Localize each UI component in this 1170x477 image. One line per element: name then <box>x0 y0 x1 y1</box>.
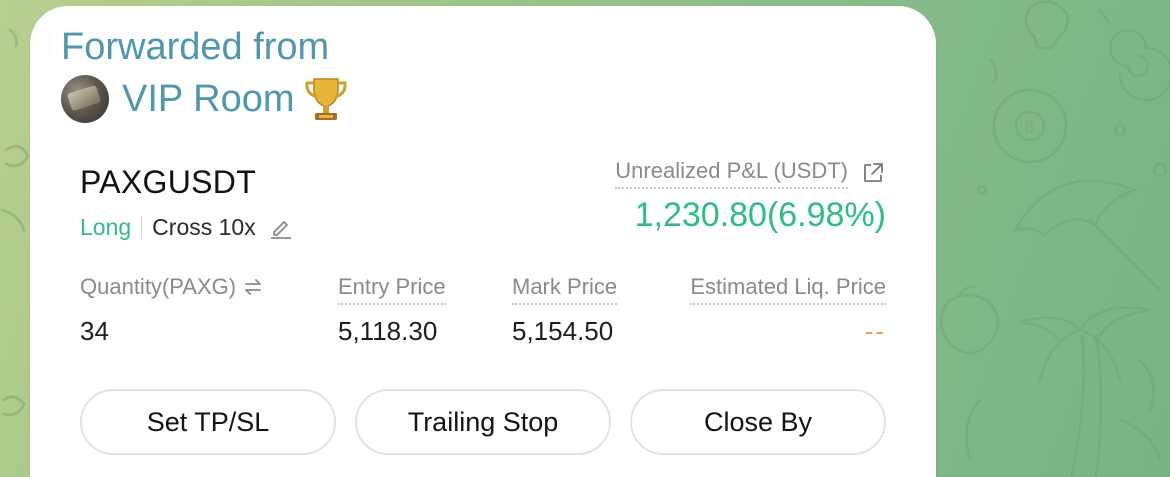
swap-arrows-icon[interactable] <box>242 276 264 298</box>
lightbulb-doodle-icon <box>1024 0 1070 50</box>
money-stack-avatar-icon[interactable] <box>61 75 109 123</box>
forward-source[interactable]: VIP Room <box>61 74 352 124</box>
position-symbol: PAXGUSDT <box>80 164 257 200</box>
spiral-doodle-icon <box>1108 28 1170 102</box>
position-side-row: Long Cross 10x <box>80 212 294 242</box>
quantity-value: 34 <box>80 316 109 346</box>
side-divider <box>141 216 143 238</box>
side-tag: Long <box>80 213 132 240</box>
entry-price-label[interactable]: Entry Price <box>338 274 446 305</box>
margin-mode-label: Cross 10x <box>152 213 256 240</box>
trophy-icon <box>305 78 348 120</box>
trailing-stop-button[interactable]: Trailing Stop <box>355 389 611 455</box>
umbrella-doodle-icon <box>1012 179 1139 237</box>
quantity-label: Quantity(PAXG) <box>80 274 237 299</box>
mark-price-label[interactable]: Mark Price <box>512 274 618 305</box>
pnl-header: Unrealized P&L (USDT) <box>615 158 886 189</box>
set-tp-sl-button[interactable]: Set TP/SL <box>80 389 336 455</box>
source-channel-name[interactable]: VIP Room <box>122 78 294 121</box>
close-by-button[interactable]: Close By <box>630 389 886 455</box>
unrealized-pnl-label[interactable]: Unrealized P&L (USDT) <box>615 158 848 189</box>
fruit-doodle-icon <box>939 293 999 355</box>
forwarded-from-label: Forwarded from <box>61 26 330 68</box>
svg-text:8: 8 <box>1024 117 1034 137</box>
estimated-liq-price-value: -- <box>864 316 886 346</box>
palm-tree-doodle-icon <box>1019 306 1151 382</box>
unrealized-pnl-value: 1,230.80(6.98%) <box>634 196 886 234</box>
share-external-icon[interactable] <box>860 160 886 186</box>
entry-price-value: 5,118.30 <box>338 316 438 346</box>
pencil-edit-icon[interactable] <box>268 214 294 240</box>
quantity-header: Quantity(PAXG) <box>80 274 264 300</box>
estimated-liq-price-label[interactable]: Estimated Liq. Price <box>690 274 886 305</box>
left-doodle-icon <box>4 144 30 167</box>
mark-price-value: 5,154.50 <box>512 316 614 346</box>
